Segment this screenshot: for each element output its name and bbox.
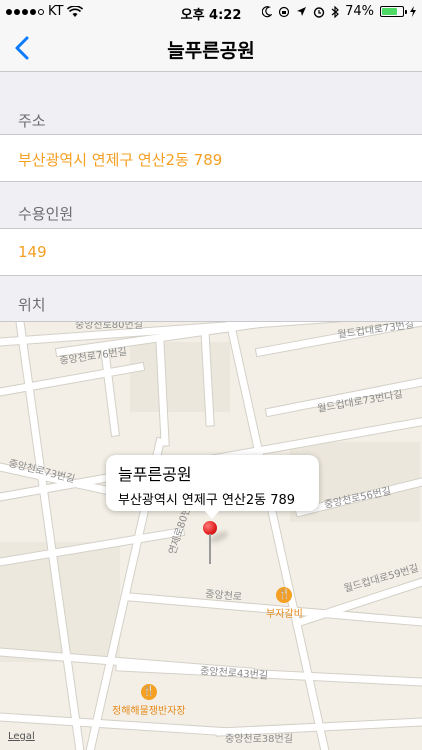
restaurant-icon: 🍴 xyxy=(140,684,157,700)
poi-restaurant[interactable]: 🍴 부자갈비 xyxy=(266,587,303,620)
poi-restaurant[interactable]: 🍴 정해해물쟁반자장 xyxy=(112,684,186,717)
restaurant-icon: 🍴 xyxy=(276,587,293,603)
callout-subtitle: 부산광역시 연제구 연산2동 789 xyxy=(118,493,296,508)
capacity-header: 수용인원 xyxy=(18,205,74,223)
street-label: 중앙천로38번길 xyxy=(225,732,293,745)
charging-bolt-icon xyxy=(410,6,416,17)
moon-icon xyxy=(262,5,273,17)
location-header: 위치 xyxy=(18,296,46,314)
legal-link[interactable]: Legal xyxy=(8,731,35,742)
poi-label: 부자갈비 xyxy=(266,609,303,620)
rotation-lock-icon xyxy=(278,6,290,17)
battery-icon xyxy=(380,6,407,17)
capacity-value: 149 xyxy=(18,243,47,261)
map-view[interactable]: 중앙천로80번길 중앙천로76번길 월드컵대로73번길 월드컵대로73번다길 중… xyxy=(0,321,422,750)
map-pin-icon[interactable] xyxy=(203,521,219,569)
address-cell: 부산광역시 연제구 연산2동 789 xyxy=(0,134,422,182)
status-bar: KT 오후 4:22 74% xyxy=(0,0,422,24)
battery-percent: 74% xyxy=(345,4,374,19)
street-label: 월드컵대로73번길 xyxy=(337,322,415,341)
map-callout[interactable]: 늘푸른공원 부산광역시 연제구 연산2동 789 xyxy=(106,455,319,519)
callout-title: 늘푸른공원 xyxy=(118,465,192,484)
address-value: 부산광역시 연제구 연산2동 789 xyxy=(18,151,223,169)
page-title: 늘푸른공원 xyxy=(167,40,255,62)
location-arrow-icon xyxy=(297,7,307,16)
navigation-bar: 늘푸른공원 xyxy=(0,24,422,72)
bluetooth-icon xyxy=(331,5,339,18)
poi-label: 정해해물쟁반자장 xyxy=(112,706,186,717)
alarm-icon xyxy=(313,6,325,18)
street-label: 중앙천로80번길 xyxy=(75,322,143,331)
address-header: 주소 xyxy=(18,112,46,130)
capacity-cell: 149 xyxy=(0,228,422,276)
status-right: 74% xyxy=(262,4,416,19)
